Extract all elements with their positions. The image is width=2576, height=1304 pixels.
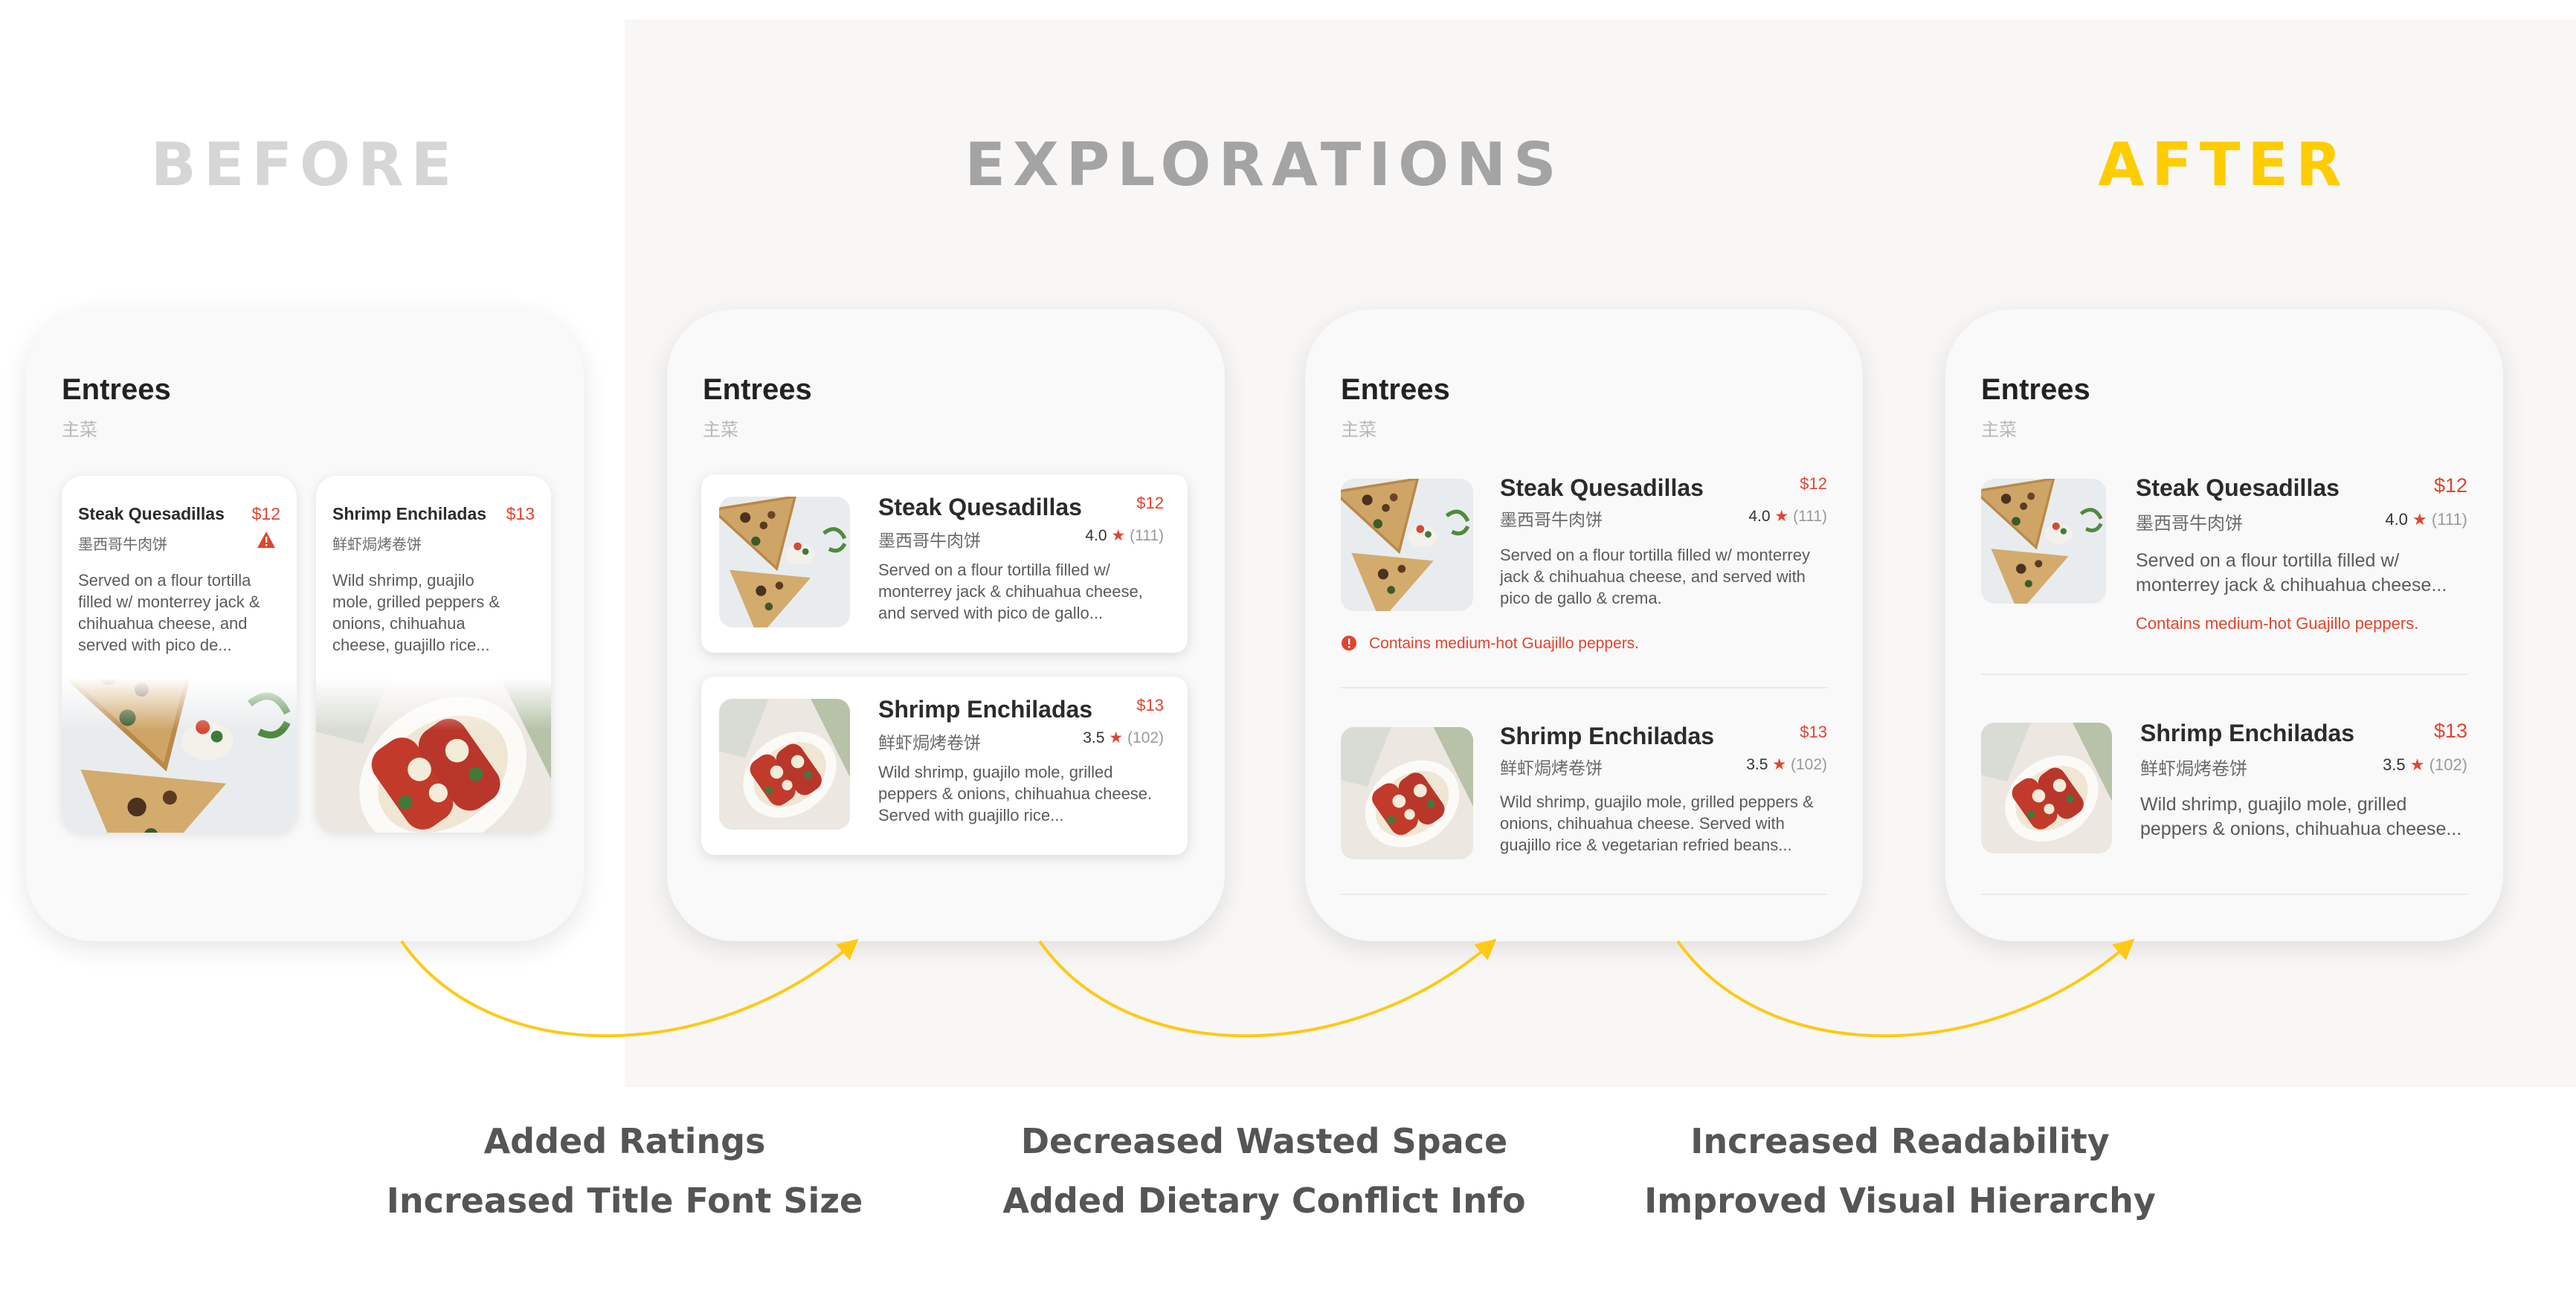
- caption-1-line-1: Added Ratings: [483, 1121, 766, 1161]
- arrow-exploration-2-to-after: [1676, 938, 2135, 1038]
- caption-1-line-2: Increased Title Font Size: [386, 1181, 863, 1221]
- caption-3-line-1: Increased Readability: [1690, 1121, 2110, 1161]
- transition-arrows: [400, 938, 2135, 1038]
- arrow-before-to-exploration-1: [400, 938, 859, 1038]
- caption-2-line-2: Added Dietary Conflict Info: [1002, 1181, 1526, 1221]
- arrow-exploration-1-to-exploration-2: [1038, 938, 1497, 1038]
- caption-2-line-1: Decreased Wasted Space: [1020, 1121, 1508, 1161]
- caption-3-line-2: Improved Visual Hierarchy: [1644, 1181, 2156, 1221]
